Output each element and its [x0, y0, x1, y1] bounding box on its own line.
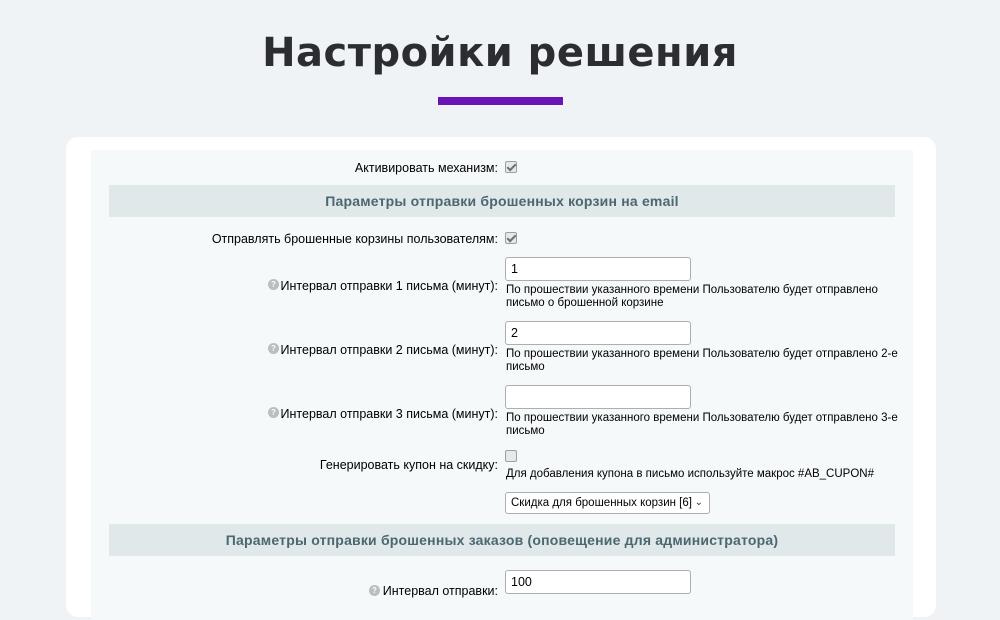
chevron-down-icon: ⌄	[694, 497, 703, 508]
help-icon[interactable]: ?	[369, 585, 380, 596]
interval1-input[interactable]: 1	[505, 257, 691, 281]
interval2-input[interactable]: 2	[505, 321, 691, 345]
interval2-label: Интервал отправки 2 письма (минут):	[280, 343, 498, 357]
activate-checkbox[interactable]	[505, 161, 517, 173]
section-header-admin: Параметры отправки брошенных заказов (оп…	[109, 524, 895, 556]
coupon-discount-select-value: Скидка для брошенных корзин [6]	[511, 497, 692, 509]
interval3-input[interactable]	[505, 385, 691, 409]
interval2-hint: По прошествии указанного времени Пользов…	[506, 348, 898, 373]
interval1-hint: По прошествии указанного времени Пользов…	[506, 284, 878, 309]
coupon-label: Генерировать купон на скидку:	[319, 458, 498, 472]
coupon-discount-select[interactable]: Скидка для брошенных корзин [6] ⌄	[505, 492, 710, 514]
title-accent-bar	[438, 97, 563, 105]
send-to-users-label: Отправлять брошенные корзины пользовател…	[211, 232, 498, 246]
coupon-hint: Для добавления купона в письмо используй…	[506, 468, 874, 480]
interval1-label: Интервал отправки 1 письма (минут):	[280, 279, 498, 293]
send-to-users-checkbox[interactable]	[505, 232, 517, 244]
help-icon[interactable]: ?	[268, 279, 279, 290]
interval3-label: Интервал отправки 3 письма (минут):	[280, 407, 498, 421]
interval3-hint: По прошествии указанного времени Пользов…	[506, 412, 898, 437]
coupon-checkbox[interactable]	[505, 450, 517, 462]
help-icon[interactable]: ?	[268, 407, 279, 418]
admin-interval-label: Интервал отправки:	[382, 584, 498, 598]
activate-label: Активировать механизм:	[354, 161, 498, 175]
section-header-email: Параметры отправки брошенных корзин на e…	[109, 185, 895, 217]
admin-interval-input[interactable]: 100	[505, 570, 691, 594]
help-icon[interactable]: ?	[268, 343, 279, 354]
page-title: Настройки решения	[262, 30, 738, 76]
